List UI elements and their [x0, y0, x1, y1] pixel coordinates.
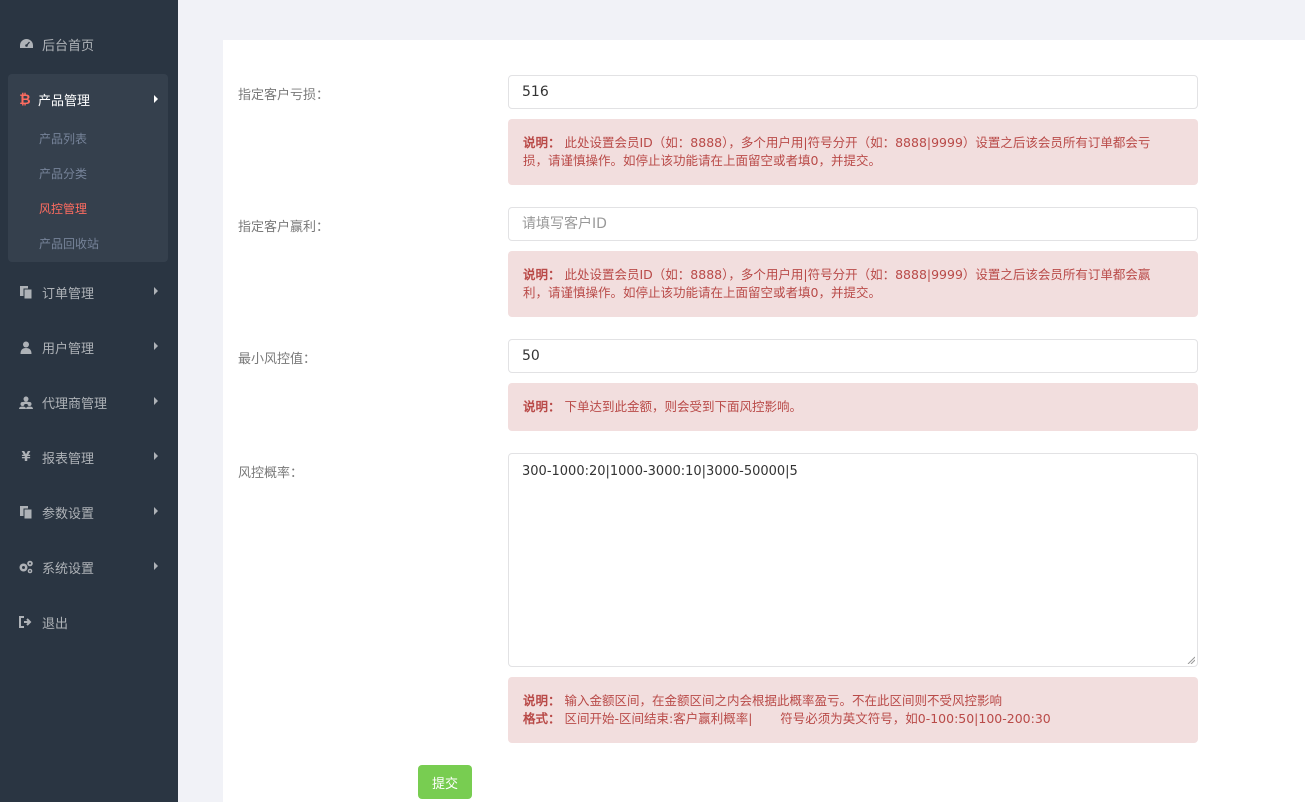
copy-icon — [18, 504, 34, 520]
note-text: 输入金额区间，在金额区间之内会根据此概率盈亏。不在此区间则不受风控影响 — [564, 693, 1003, 708]
chevron-right-icon — [154, 397, 158, 405]
rate-label: 风控概率： — [238, 466, 304, 481]
sidebar-group-products: ₿ 产品管理 产品列表 产品分类 风控管理 产品回收站 — [8, 74, 168, 262]
sidebar-item-orders[interactable]: 订单管理 — [0, 272, 178, 312]
sidebar-item-users[interactable]: 用户管理 — [0, 327, 178, 367]
note-prefix: 格式： — [523, 711, 561, 726]
sidebar-item-label: 系统设置 — [42, 561, 95, 577]
sidebar-item-label: 后台首页 — [42, 38, 95, 54]
chevron-right-icon — [154, 287, 158, 295]
profit-label: 指定客户赢利： — [238, 220, 330, 235]
sidebar-item-label: 订单管理 — [42, 286, 95, 302]
sidebar-item-label: 报表管理 — [42, 451, 95, 467]
sidebar-item-logout[interactable]: 退出 — [0, 602, 178, 642]
copy-icon — [18, 284, 34, 300]
sidebar-item-label: 产品管理 — [38, 93, 91, 109]
sidebar-item-agents[interactable]: 代理商管理 — [0, 382, 178, 422]
sidebar-item-label: 用户管理 — [42, 341, 95, 357]
dashboard-icon — [18, 36, 34, 52]
note-prefix: 说明： — [523, 267, 561, 282]
profit-input[interactable]: 请填写客户ID — [508, 207, 1198, 241]
min-risk-input[interactable]: 50 — [508, 339, 1198, 373]
sidebar-item-products[interactable]: ₿ 产品管理 — [8, 74, 168, 124]
loss-input[interactable]: 516 — [508, 75, 1198, 109]
chevron-right-icon — [154, 562, 158, 570]
sign-out-icon — [18, 614, 34, 630]
sidebar-subitem-recycle-bin[interactable]: 产品回收站 — [39, 234, 99, 254]
yen-icon: ¥ — [21, 449, 31, 465]
note-prefix: 说明： — [523, 135, 561, 150]
note-text: 区间开始-区间结束:客户赢利概率| 符号必须为英文符号，如0-100:50|10… — [564, 711, 1051, 726]
loss-note: 说明： 此处设置会员ID（如：8888），多个用户用|符号分开（如：8888|9… — [508, 119, 1198, 185]
rate-textarea-value: 300-1000:20|1000-3000:10|3000-50000|5 — [522, 464, 798, 479]
note-text: 下单达到此金额，则会受到下面风控影响。 — [564, 399, 803, 414]
submit-button[interactable]: 提交 — [418, 765, 472, 799]
note-prefix: 说明： — [523, 693, 561, 708]
rate-textarea[interactable]: 300-1000:20|1000-3000:10|3000-50000|5 — [508, 453, 1198, 667]
loss-label: 指定客户亏损： — [238, 88, 330, 103]
sidebar-item-label: 退出 — [42, 616, 69, 632]
user-icon — [18, 339, 34, 355]
rate-note: 说明： 输入金额区间，在金额区间之内会根据此概率盈亏。不在此区间则不受风控影响 … — [508, 677, 1198, 743]
chevron-right-icon — [154, 95, 158, 103]
sidebar-item-label: 代理商管理 — [42, 396, 108, 412]
cogs-icon — [18, 559, 34, 575]
note-text: 损，请谨慎操作。如停止该功能请在上面留空或者填0，并提交。 — [523, 153, 881, 168]
sidebar-item-label: 参数设置 — [42, 506, 95, 522]
chevron-right-icon — [154, 342, 158, 350]
profit-note: 说明： 此处设置会员ID（如：8888），多个用户用|符号分开（如：8888|9… — [508, 251, 1198, 317]
sidebar-subitem-product-list[interactable]: 产品列表 — [39, 129, 87, 149]
sidebar-item-reports[interactable]: ¥ 报表管理 — [0, 437, 178, 477]
users-icon — [18, 394, 34, 410]
sidebar-subitem-product-category[interactable]: 产品分类 — [39, 164, 87, 184]
sidebar: 后台首页 ₿ 产品管理 产品列表 产品分类 风控管理 产品回收站 订单管理 用户… — [0, 0, 178, 802]
resize-grip-icon[interactable] — [1187, 656, 1195, 664]
note-text: 此处设置会员ID（如：8888），多个用户用|符号分开（如：8888|9999）… — [564, 267, 1151, 282]
bitcoin-icon: ₿ — [19, 91, 31, 108]
sidebar-subitem-risk-control[interactable]: 风控管理 — [39, 199, 87, 219]
note-text: 利，请谨慎操作。如停止该功能请在上面留空或者填0，并提交。 — [523, 285, 881, 300]
note-text: 此处设置会员ID（如：8888），多个用户用|符号分开（如：8888|9999）… — [564, 135, 1151, 150]
chevron-right-icon — [154, 507, 158, 515]
min-risk-label: 最小风控值： — [238, 352, 317, 367]
sidebar-item-params[interactable]: 参数设置 — [0, 492, 178, 532]
sidebar-item-dashboard[interactable]: 后台首页 — [0, 24, 178, 64]
sidebar-item-system[interactable]: 系统设置 — [0, 547, 178, 587]
min-risk-note: 说明： 下单达到此金额，则会受到下面风控影响。 — [508, 383, 1198, 431]
chevron-right-icon — [154, 452, 158, 460]
note-prefix: 说明： — [523, 399, 561, 414]
